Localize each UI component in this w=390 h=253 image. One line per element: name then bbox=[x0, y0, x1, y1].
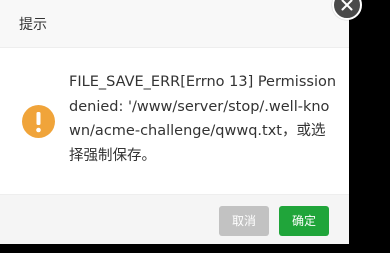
dialog-title: 提示 bbox=[19, 17, 47, 33]
dialog-message: FILE_SAVE_ERR[Errno 13] Permission denie… bbox=[69, 74, 337, 164]
warning-icon bbox=[22, 105, 55, 138]
dialog-footer: 取消 确定 bbox=[0, 194, 349, 244]
confirm-button[interactable]: 确定 bbox=[279, 206, 329, 236]
dialog-header: 提示 bbox=[0, 0, 349, 48]
close-icon bbox=[341, 0, 353, 11]
confirm-dialog: 提示 FILE_SAVE_ERR[Errno 13] Permission de… bbox=[0, 0, 349, 244]
cancel-button[interactable]: 取消 bbox=[219, 206, 269, 236]
